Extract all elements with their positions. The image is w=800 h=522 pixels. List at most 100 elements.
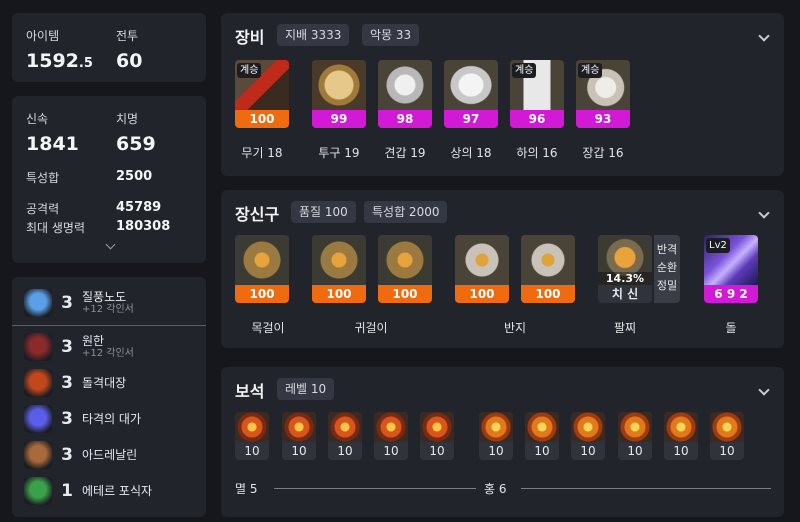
gem-slot[interactable]: 10 xyxy=(420,412,454,460)
equipment-quality: 99 xyxy=(312,110,366,128)
equipment-panel: 장비 지배 3333 악몽 33 계승 100 무기 18 99 투구 19 98 견갑 1… xyxy=(221,13,784,176)
gem-icon xyxy=(571,412,605,442)
expand-stats-chevron-icon[interactable] xyxy=(104,239,118,252)
engraving-level: 3 xyxy=(61,409,73,429)
inherit-tag: 계승 xyxy=(512,63,537,78)
gem-icon xyxy=(664,412,698,442)
attack-label: 공격력 xyxy=(26,202,60,216)
wind-icon xyxy=(24,289,52,317)
accessories-badge-quality: 품질 100 xyxy=(291,201,356,223)
equipment-slot[interactable]: 계승 93 xyxy=(576,60,630,128)
gem-slot[interactable]: 10 xyxy=(664,412,698,460)
hit-master-icon xyxy=(24,405,52,433)
equipment-slot[interactable]: 98 xyxy=(378,60,432,128)
engraving-row[interactable]: 1 에테르 포식자 xyxy=(24,474,152,508)
gem-level: 10 xyxy=(525,442,559,460)
necklace-label: 목걸이 xyxy=(251,321,285,335)
equipment-slot[interactable]: 97 xyxy=(444,60,498,128)
engraving-divider xyxy=(12,325,206,326)
ring-label: 반지 xyxy=(503,321,527,335)
gem-icon xyxy=(479,412,513,442)
bracelet-effect-1: 반격 xyxy=(656,243,678,256)
gloves-icon: 계승 xyxy=(576,60,630,110)
gem-icon xyxy=(235,412,269,442)
gem-icon xyxy=(618,412,652,442)
accessories-title: 장신구 xyxy=(235,205,280,224)
engraving-name: 에테르 포식자 xyxy=(82,483,153,498)
engraving-level: 3 xyxy=(61,293,73,313)
engraving-name: 타격의 대가 xyxy=(82,411,142,426)
hp-label: 최대 생명력 xyxy=(26,221,86,235)
gem-slot[interactable]: 10 xyxy=(618,412,652,460)
item-level-value: 1592.5 xyxy=(26,50,93,72)
equipment-label: 무기 18 xyxy=(241,146,283,160)
bracelet-effect-2: 순환 xyxy=(656,261,678,274)
ability-stone-slot[interactable]: Lv2 6 9 2 xyxy=(704,235,758,303)
gem-slot[interactable]: 10 xyxy=(479,412,513,460)
gem-level: 10 xyxy=(710,442,744,460)
ether-predator-icon xyxy=(24,477,52,505)
equipment-collapse-chevron-icon[interactable] xyxy=(758,30,770,42)
ability-stone-icon: Lv2 xyxy=(704,235,758,285)
engraving-book: +12 각인서 xyxy=(82,303,134,315)
raid-captain-icon xyxy=(24,369,52,397)
necklace-icon xyxy=(235,235,289,285)
bracelet-slot[interactable]: 14.3% 치 신 반격 순환 정밀 xyxy=(598,235,680,303)
gems-collapse-chevron-icon[interactable] xyxy=(758,384,770,396)
equipment-slot[interactable]: 99 xyxy=(312,60,366,128)
equipment-quality: 97 xyxy=(444,110,498,128)
gem-slot[interactable]: 10 xyxy=(235,412,269,460)
gem-slot[interactable]: 10 xyxy=(282,412,316,460)
engraving-row[interactable]: 3 돌격대장 xyxy=(24,366,126,400)
equipment-slot[interactable]: 계승 96 xyxy=(510,60,564,128)
gem-level: 10 xyxy=(618,442,652,460)
equipment-label: 장갑 16 xyxy=(582,146,624,160)
shoulder-icon xyxy=(378,60,432,110)
accessories-collapse-chevron-icon[interactable] xyxy=(758,207,770,219)
engraving-row[interactable]: 3 아드레날린 xyxy=(24,438,137,472)
gem-level: 10 xyxy=(664,442,698,460)
accessory-slot[interactable]: 100 xyxy=(235,235,289,303)
crit-value: 659 xyxy=(116,133,156,155)
gem-icon xyxy=(710,412,744,442)
item-level-label: 아이템 xyxy=(26,29,60,43)
engraving-row[interactable]: 3 질풍노도 +12 각인서 xyxy=(24,286,134,320)
gem-slot[interactable]: 10 xyxy=(374,412,408,460)
bracelet-percent: 14.3% xyxy=(598,272,652,285)
accessory-slot[interactable]: 100 xyxy=(455,235,509,303)
gem-level: 10 xyxy=(374,442,408,460)
gem-icon xyxy=(420,412,454,442)
equipment-quality: 98 xyxy=(378,110,432,128)
accessory-slot[interactable]: 100 xyxy=(312,235,366,303)
engravings-panel: 3 질풍노도 +12 각인서 3 원한 +12 각인서 3 돌격대장 3 타격의 대가 3 아드레날린… xyxy=(12,277,206,517)
stat-sum-value: 2500 xyxy=(116,169,153,184)
helmet-icon xyxy=(312,60,366,110)
accessory-slot[interactable]: 100 xyxy=(378,235,432,303)
gem-slot[interactable]: 10 xyxy=(525,412,559,460)
engraving-level: 3 xyxy=(61,373,73,393)
gem-slot[interactable]: 10 xyxy=(571,412,605,460)
engraving-name: 아드레날린 xyxy=(82,447,138,462)
equipment-label: 하의 16 xyxy=(516,146,558,160)
attack-value: 45789 xyxy=(116,200,162,215)
engraving-book: +12 각인서 xyxy=(82,347,134,359)
weapon-scythe-icon: 계승 xyxy=(235,60,289,110)
engraving-row[interactable]: 3 타격의 대가 xyxy=(24,402,141,436)
gem-icon xyxy=(525,412,559,442)
equipment-quality: 100 xyxy=(235,110,289,128)
gem-slot[interactable]: 10 xyxy=(328,412,362,460)
ring-icon xyxy=(521,235,575,285)
gem-level: 10 xyxy=(328,442,362,460)
accessory-quality: 100 xyxy=(455,285,509,303)
equipment-slot[interactable]: 계승 100 xyxy=(235,60,289,128)
crit-label: 치명 xyxy=(116,112,139,126)
accessories-panel: 장신구 품질 100 특성합 2000 100 100 100 100 100 14.3… xyxy=(221,190,784,348)
accessory-slot[interactable]: 100 xyxy=(521,235,575,303)
gem-slot[interactable]: 10 xyxy=(710,412,744,460)
bracelet-label: 팔찌 xyxy=(613,321,637,335)
engraving-row[interactable]: 3 원한 +12 각인서 xyxy=(24,330,134,364)
accessory-quality: 100 xyxy=(235,285,289,303)
ring-icon xyxy=(455,235,509,285)
grudge-icon xyxy=(24,333,52,361)
bracelet-effect-3: 정밀 xyxy=(656,279,678,292)
